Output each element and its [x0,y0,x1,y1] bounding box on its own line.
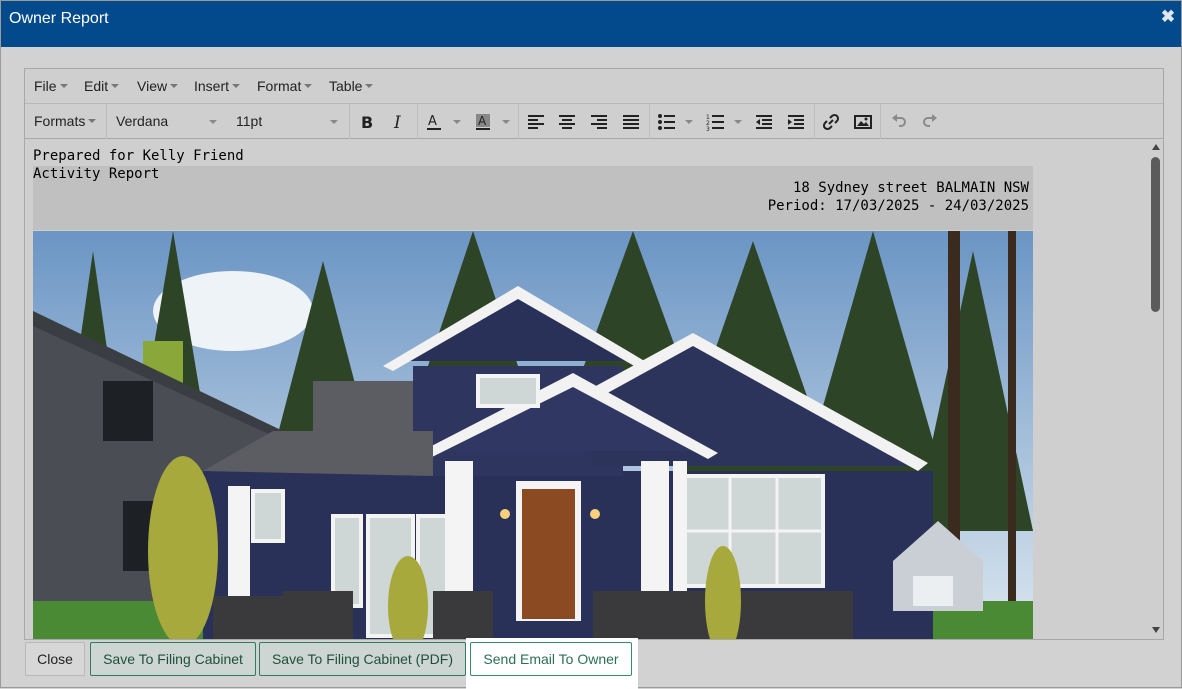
editor-toolbar: Formats Verdana 11pt B I A A 1 2 3 [25,104,1163,139]
editor-menubar: File Edit View Insert Format Table [25,69,1163,104]
property-photo [33,231,1033,639]
scroll-down-icon[interactable] [1152,627,1160,633]
align-right-icon[interactable] [588,111,610,133]
scrollbar-thumb[interactable] [1151,157,1160,312]
svg-text:B: B [361,113,373,132]
svg-text:A: A [428,114,437,129]
redo-icon[interactable] [919,111,941,133]
bold-icon[interactable]: B [356,111,378,133]
italic-icon[interactable]: I [388,111,410,133]
chevron-down-icon [365,84,374,88]
menu-table[interactable]: Table [329,78,374,94]
send-email-highlight: Send Email To Owner [466,638,638,689]
vertical-scrollbar[interactable] [1149,140,1163,639]
indent-icon[interactable] [785,111,807,133]
chevron-down-icon [88,119,97,123]
link-icon[interactable] [820,111,842,133]
menu-table-label: Table [329,78,363,94]
editor-content[interactable]: Prepared for Kelly Friend 18 Sydney stre… [25,140,1149,639]
formats-dropdown[interactable]: Formats [34,113,97,129]
menu-view-label: View [137,78,168,94]
background-color-caret-icon[interactable] [502,120,510,124]
menu-insert[interactable]: Insert [194,78,241,94]
svg-text:I: I [393,113,401,133]
font-family-value: Verdana [116,113,169,129]
svg-text:A: A [478,114,487,128]
align-left-icon[interactable] [525,111,547,133]
toolbar-divider [417,104,418,139]
numbered-list-icon[interactable]: 123 [704,111,726,133]
toolbar-divider [880,104,881,139]
svg-text:3: 3 [706,126,710,133]
save-to-filing-cabinet-pdf-button[interactable]: Save To Filing Cabinet (PDF) [259,642,466,676]
font-family-select[interactable]: Verdana [116,113,168,129]
toolbar-divider [349,104,350,139]
menu-edit-label: Edit [84,78,109,94]
menu-format[interactable]: Format [257,78,313,94]
menu-format-label: Format [257,78,302,94]
toolbar-divider [106,104,107,139]
owner-report-dialog: Owner Report ✖ File Edit View Insert For… [0,0,1182,689]
rich-text-editor: File Edit View Insert Format Table Forma… [24,68,1164,640]
toolbar-divider [814,104,815,139]
bullet-list-icon[interactable] [655,111,677,133]
dialog-titlebar: Owner Report ✖ [1,1,1181,47]
font-size-value: 11pt [236,113,263,129]
numbered-list-caret-icon[interactable] [734,120,742,124]
address-text: 18 Sydney street BALMAIN NSW [792,180,1029,196]
font-size-caret-icon[interactable] [330,120,338,124]
send-email-to-owner-button[interactable]: Send Email To Owner [470,642,632,676]
outdent-icon[interactable] [753,111,775,133]
menu-edit[interactable]: Edit [84,78,120,94]
chevron-down-icon [304,84,313,88]
report-type-text: Activity Report [33,166,160,182]
undo-icon[interactable] [888,111,910,133]
close-icon[interactable]: ✖ [1159,7,1177,27]
font-family-caret-icon[interactable] [209,120,217,124]
menu-view[interactable]: View [137,78,179,94]
image-icon[interactable] [852,111,874,133]
align-justify-icon[interactable] [620,111,642,133]
align-center-icon[interactable] [556,111,578,133]
text-color-icon[interactable]: A [423,111,445,133]
formats-label: Formats [34,113,86,129]
report-header-box: 18 Sydney street BALMAIN NSW Period: 17/… [33,166,1033,230]
prepared-for-text: Prepared for Kelly Friend [33,148,244,164]
font-size-select[interactable]: 11pt [236,113,262,129]
chevron-down-icon [232,84,241,88]
toolbar-divider [649,104,650,139]
chevron-down-icon [111,84,120,88]
dialog-title: Owner Report [9,10,109,27]
close-button[interactable]: Close [25,642,85,676]
scroll-up-icon[interactable] [1152,144,1160,150]
bullet-list-caret-icon[interactable] [685,120,693,124]
menu-file[interactable]: File [34,78,68,94]
chevron-down-icon [170,84,179,88]
menu-file-label: File [34,78,57,94]
background-color-icon[interactable]: A [472,111,494,133]
menu-insert-label: Insert [194,78,230,94]
chevron-down-icon [59,84,68,88]
text-color-caret-icon[interactable] [453,120,461,124]
period-text: Period: 17/03/2025 - 24/03/2025 [767,198,1029,214]
toolbar-divider [518,104,519,139]
save-to-filing-cabinet-button[interactable]: Save To Filing Cabinet [90,642,256,676]
